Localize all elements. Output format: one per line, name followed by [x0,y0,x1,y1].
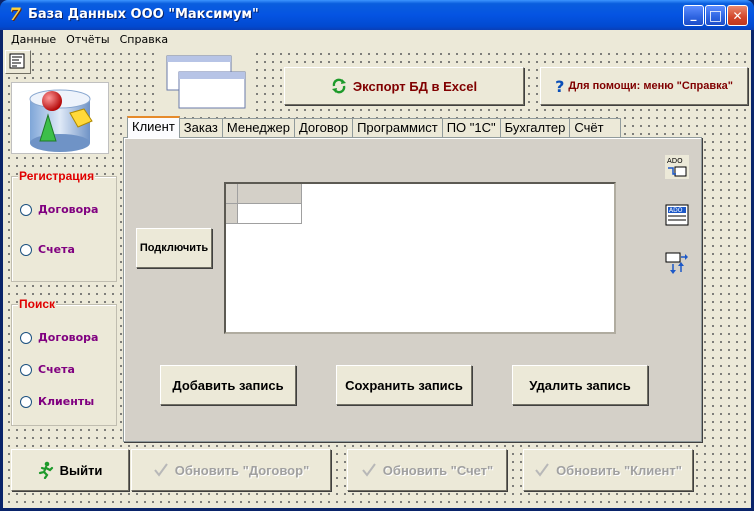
database-logo-icon [11,82,109,154]
tab-invoice[interactable]: Счёт [569,118,622,137]
search-radio-invoices-label: Счета [38,363,75,376]
tab-contract[interactable]: Договор [293,118,354,137]
tab-1c-software[interactable]: ПО "1С" [441,118,501,137]
ado-connection-icon: ADO [664,154,690,180]
check-icon [361,462,377,478]
window-title: База Данных ООО "Максимум" [28,7,259,22]
search-radio-contracts-label: Договора [38,331,99,344]
tab-manager[interactable]: Менеджер [221,118,295,137]
help-label: Для помощи: меню "Справка" [568,80,733,92]
registration-title: Регистрация [18,169,96,183]
add-record-label: Добавить запись [172,377,284,393]
delete-record-label: Удалить запись [529,377,631,393]
check-icon [534,462,550,478]
app-icon: 7 [9,5,21,25]
menu-data[interactable]: Данные [7,33,60,46]
search-title: Поиск [18,297,57,311]
search-radio-contracts[interactable]: Договора [20,331,98,344]
ado-text: ADO [667,157,683,165]
grid-data-cell[interactable] [238,204,302,224]
save-record-label: Сохранить запись [345,377,463,393]
connect-button[interactable]: Подключить [136,228,212,268]
reg-radio-contracts[interactable]: Договора [20,203,98,216]
delete-record-button[interactable]: Удалить запись [512,365,648,405]
data-grid[interactable] [224,182,616,334]
export-label: Экспорт БД в Excel [352,78,478,94]
radio-circle[interactable] [20,363,32,376]
connect-label: Подключить [139,242,209,254]
menu-reports[interactable]: Отчёты [62,33,113,46]
search-groupbox: Поиск Договора Счета Клиенты [11,297,117,426]
refresh-icon [331,78,347,94]
tab-client[interactable]: Клиент [127,116,180,138]
tab-panel-client: Подключить ADO ADO Добавить запись Сохра… [123,137,702,442]
update-contract-label: Обновить "Договор" [174,462,310,478]
windows-image-icon [157,52,253,114]
exit-label: Выйти [59,462,103,478]
update-invoice-button[interactable]: Обновить "Счет" [347,449,507,491]
save-record-button[interactable]: Сохранить запись [336,365,472,405]
menu-bar: Данные Отчёты Справка [3,30,751,48]
minimize-icon: _ [690,6,697,21]
search-radio-clients-label: Клиенты [38,395,95,408]
search-radio-clients[interactable]: Клиенты [20,395,94,408]
main-menu-component-icon [5,50,31,74]
update-invoice-label: Обновить "Счет" [382,462,494,478]
reg-radio-contracts-label: Договора [38,203,99,216]
update-client-button[interactable]: Обновить "Клиент" [523,449,693,491]
datasource-icon [664,250,690,276]
tab-order[interactable]: Заказ [178,118,223,137]
radio-circle[interactable] [20,243,32,256]
radio-circle[interactable] [20,203,32,216]
menu-help[interactable]: Справка [116,33,172,46]
question-icon: ? [555,76,565,96]
tab-strip: Клиент Заказ Менеджер Договор Программис… [127,116,622,138]
form-client-area: Экспорт БД в Excel ? Для помощи: меню "С… [3,48,751,508]
check-icon [153,462,169,478]
radio-circle[interactable] [20,395,32,408]
grid-corner-cell [226,184,238,204]
grid-row-indicator[interactable] [226,204,238,224]
update-client-label: Обновить "Клиент" [556,462,682,478]
tab-programmer[interactable]: Программист [352,118,443,137]
running-man-icon [38,461,54,479]
help-hint-button[interactable]: ? Для помощи: меню "Справка" [540,67,748,105]
grid-header-cell[interactable] [238,184,302,204]
tab-accountant[interactable]: Бухгалтер [499,118,571,137]
exit-button[interactable]: Выйти [11,449,129,491]
reg-radio-invoices-label: Счета [38,243,75,256]
update-contract-button[interactable]: Обновить "Договор" [131,449,331,491]
ado-dataset-icon: ADO [664,202,690,228]
close-icon: ✕ [732,8,743,23]
main-window: 7 База Данных ООО "Максимум" _ □ ✕ Данны… [0,0,754,511]
ado-text: ADO [669,207,683,214]
title-bar[interactable]: 7 База Данных ООО "Максимум" _ □ ✕ [0,0,754,30]
add-record-button[interactable]: Добавить запись [160,365,296,405]
close-button[interactable]: ✕ [727,5,748,26]
minimize-button[interactable]: _ [683,5,704,26]
export-excel-button[interactable]: Экспорт БД в Excel [284,67,524,105]
maximize-button[interactable]: □ [705,5,726,26]
reg-radio-invoices[interactable]: Счета [20,243,75,256]
radio-circle[interactable] [20,331,32,344]
registration-groupbox: Регистрация Договора Счета [11,169,117,282]
maximize-icon: □ [708,7,723,24]
search-radio-invoices[interactable]: Счета [20,363,75,376]
